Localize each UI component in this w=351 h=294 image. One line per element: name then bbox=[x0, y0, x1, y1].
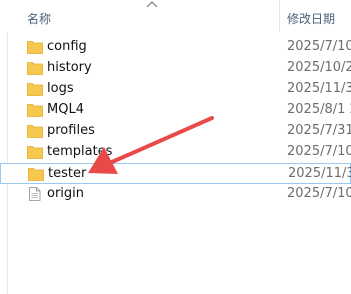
folder-icon bbox=[27, 41, 43, 54]
sort-ascending-icon[interactable] bbox=[145, 0, 159, 10]
file-list: config 2025/7/10 history 2025/10/29 logs… bbox=[0, 37, 351, 205]
column-divider[interactable] bbox=[279, 0, 280, 32]
folder-icon bbox=[27, 62, 43, 75]
column-date-header[interactable]: 修改日期 bbox=[287, 10, 335, 27]
file-name: MQL4 bbox=[47, 102, 84, 117]
folder-icon bbox=[27, 146, 43, 159]
list-item[interactable]: origin 2025/7/10 bbox=[0, 184, 351, 205]
list-item[interactable]: history 2025/10/29 bbox=[0, 58, 351, 79]
folder-icon bbox=[27, 83, 43, 96]
file-date: 2025/8/1 2 bbox=[287, 102, 351, 117]
file-name: tester bbox=[48, 166, 87, 181]
file-name: logs bbox=[47, 81, 74, 96]
file-date: 2025/7/31 bbox=[287, 123, 351, 138]
column-name-header[interactable]: 名称 bbox=[27, 10, 51, 27]
list-item[interactable]: profiles 2025/7/31 bbox=[0, 121, 351, 142]
file-name: config bbox=[47, 39, 87, 54]
file-date: 2025/7/10 bbox=[287, 144, 351, 159]
list-item[interactable]: config 2025/7/10 bbox=[0, 37, 351, 58]
column-header: 名称 修改日期 bbox=[0, 0, 351, 32]
file-name: history bbox=[47, 60, 92, 75]
list-item-selected[interactable]: tester 2025/11/3 bbox=[0, 163, 351, 184]
file-date: 2025/11/3 0 bbox=[287, 81, 351, 96]
file-date: 2025/11/3 bbox=[288, 166, 351, 181]
folder-icon bbox=[27, 104, 43, 117]
list-item[interactable]: logs 2025/11/3 0 bbox=[0, 79, 351, 100]
file-date: 2025/7/10 bbox=[287, 186, 351, 201]
file-name: origin bbox=[47, 186, 85, 201]
file-date: 2025/10/29 bbox=[287, 60, 351, 75]
document-icon bbox=[29, 187, 41, 201]
file-name: templates bbox=[47, 144, 113, 159]
list-item[interactable]: MQL4 2025/8/1 2 bbox=[0, 100, 351, 121]
list-item[interactable]: templates 2025/7/10 bbox=[0, 142, 351, 163]
folder-icon bbox=[28, 168, 44, 181]
file-name: profiles bbox=[47, 123, 95, 138]
file-date: 2025/7/10 bbox=[287, 39, 351, 54]
folder-icon bbox=[27, 125, 43, 138]
